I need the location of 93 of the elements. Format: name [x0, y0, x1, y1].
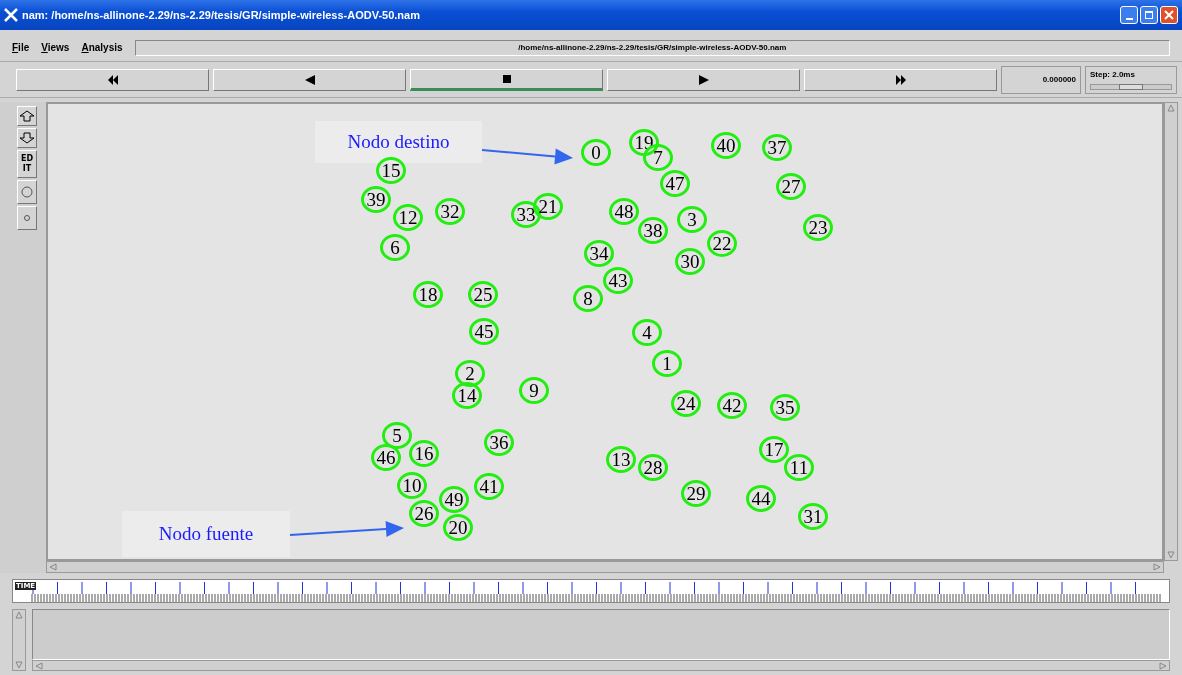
network-node[interactable]: 37: [762, 134, 792, 161]
network-node[interactable]: 20: [443, 514, 473, 541]
annotation-label: Nodo fuente: [122, 511, 290, 557]
network-node[interactable]: 46: [371, 444, 401, 471]
circle-icon: [21, 186, 33, 198]
menu-item[interactable]: File: [12, 40, 30, 55]
point-tool-button[interactable]: [17, 206, 37, 230]
network-node[interactable]: 6: [380, 234, 410, 261]
slider-thumb[interactable]: [1119, 83, 1143, 90]
play-icon: [698, 74, 709, 85]
horizontal-scrollbar[interactable]: [32, 660, 1170, 671]
network-node[interactable]: 39: [361, 186, 391, 213]
network-node[interactable]: 48: [609, 198, 639, 225]
network-node[interactable]: 3: [677, 206, 707, 233]
scroll-left-icon: [35, 661, 43, 670]
network-node[interactable]: 34: [584, 240, 614, 267]
fast-rewind-button[interactable]: [16, 68, 209, 91]
scroll-left-icon: [49, 563, 57, 571]
network-node[interactable]: 11: [784, 454, 814, 481]
fast-forward-button[interactable]: [804, 68, 997, 91]
stop-button[interactable]: [410, 68, 603, 91]
network-node[interactable]: 25: [468, 281, 498, 308]
menu-item[interactable]: Views: [41, 40, 70, 55]
network-node[interactable]: 31: [798, 503, 828, 530]
close-icon: [1164, 10, 1174, 20]
network-node[interactable]: 2: [455, 360, 485, 387]
network-node[interactable]: 27: [776, 173, 806, 200]
network-node[interactable]: 9: [519, 377, 549, 404]
scroll-right-icon: [1153, 563, 1161, 571]
network-node[interactable]: 22: [707, 230, 737, 257]
horizontal-scrollbar[interactable]: [46, 561, 1164, 573]
network-node[interactable]: 24: [671, 390, 701, 417]
scroll-down-icon: [15, 661, 23, 669]
network-node[interactable]: 36: [484, 429, 514, 456]
arrow-down-icon: [19, 132, 35, 144]
network-node[interactable]: 41: [474, 473, 504, 500]
annotation-label: Nodo destino: [315, 121, 482, 163]
step-label: Step: 2.0ms: [1090, 68, 1136, 81]
network-node[interactable]: 23: [803, 214, 833, 241]
network-node[interactable]: 10: [397, 472, 427, 499]
network-node[interactable]: 14: [452, 382, 482, 409]
scroll-down-icon: [1167, 551, 1175, 559]
network-node[interactable]: 4: [632, 319, 662, 346]
window-title: nam: /home/ns-allinone-2.29/ns-2.29/tesis/GR/simple-wireless-AODV-50.nam: [22, 7, 420, 23]
network-node[interactable]: 45: [469, 318, 499, 345]
network-node[interactable]: 38: [638, 217, 668, 244]
network-node[interactable]: 5: [382, 422, 412, 449]
network-node[interactable]: 29: [681, 480, 711, 507]
fast-rewind-icon: [107, 74, 118, 85]
network-node[interactable]: 32: [435, 198, 465, 225]
edit-button[interactable]: EDIT: [17, 150, 37, 178]
network-node[interactable]: 30: [675, 248, 705, 275]
network-node[interactable]: 40: [711, 132, 741, 159]
network-node[interactable]: 15: [376, 157, 406, 184]
file-path-field: /home/ns-allinone-2.29/ns-2.29/tesis/GR/simple-wireless-AODV-50.nam: [134, 39, 1170, 56]
network-node[interactable]: 42: [717, 392, 747, 419]
arrow-up-icon: [19, 110, 35, 122]
x-logo-icon: [4, 8, 18, 22]
zoom-in-button[interactable]: [17, 106, 37, 126]
scroll-up-icon: [1167, 104, 1175, 112]
fast-forward-icon: [895, 74, 906, 85]
rewind-button[interactable]: [213, 68, 406, 91]
play-button[interactable]: [607, 68, 800, 91]
close-button[interactable]: [1160, 6, 1178, 24]
network-node[interactable]: 8: [573, 285, 603, 312]
network-node[interactable]: 1: [652, 350, 682, 377]
step-slider[interactable]: [1090, 83, 1172, 90]
network-node[interactable]: 49: [439, 486, 469, 513]
menu-item[interactable]: Analysis: [81, 40, 123, 55]
time-display: 0.000000: [1001, 65, 1081, 94]
maximize-button[interactable]: [1140, 6, 1158, 24]
stop-icon: [501, 73, 512, 84]
network-node[interactable]: 43: [603, 267, 633, 294]
network-node[interactable]: 26: [409, 500, 439, 527]
network-node[interactable]: 18: [413, 281, 443, 308]
network-node[interactable]: 28: [638, 454, 668, 481]
circle-tool-button[interactable]: [17, 180, 37, 204]
small-circle-icon: [24, 215, 30, 221]
network-node[interactable]: 12: [393, 204, 423, 231]
network-node[interactable]: 35: [770, 394, 800, 421]
scroll-right-icon: [1159, 661, 1167, 670]
rewind-icon: [304, 74, 315, 85]
zoom-out-button[interactable]: [17, 128, 37, 148]
network-node[interactable]: 13: [606, 446, 636, 473]
network-node[interactable]: 47: [660, 170, 690, 197]
vertical-scrollbar[interactable]: [12, 609, 26, 671]
network-node[interactable]: 16: [409, 440, 439, 467]
network-node[interactable]: 0: [581, 139, 611, 166]
minimize-button[interactable]: [1120, 6, 1138, 24]
vertical-scrollbar[interactable]: [1164, 102, 1178, 561]
scroll-up-icon: [15, 611, 23, 619]
network-node[interactable]: 17: [759, 436, 789, 463]
network-node[interactable]: 44: [746, 485, 776, 512]
